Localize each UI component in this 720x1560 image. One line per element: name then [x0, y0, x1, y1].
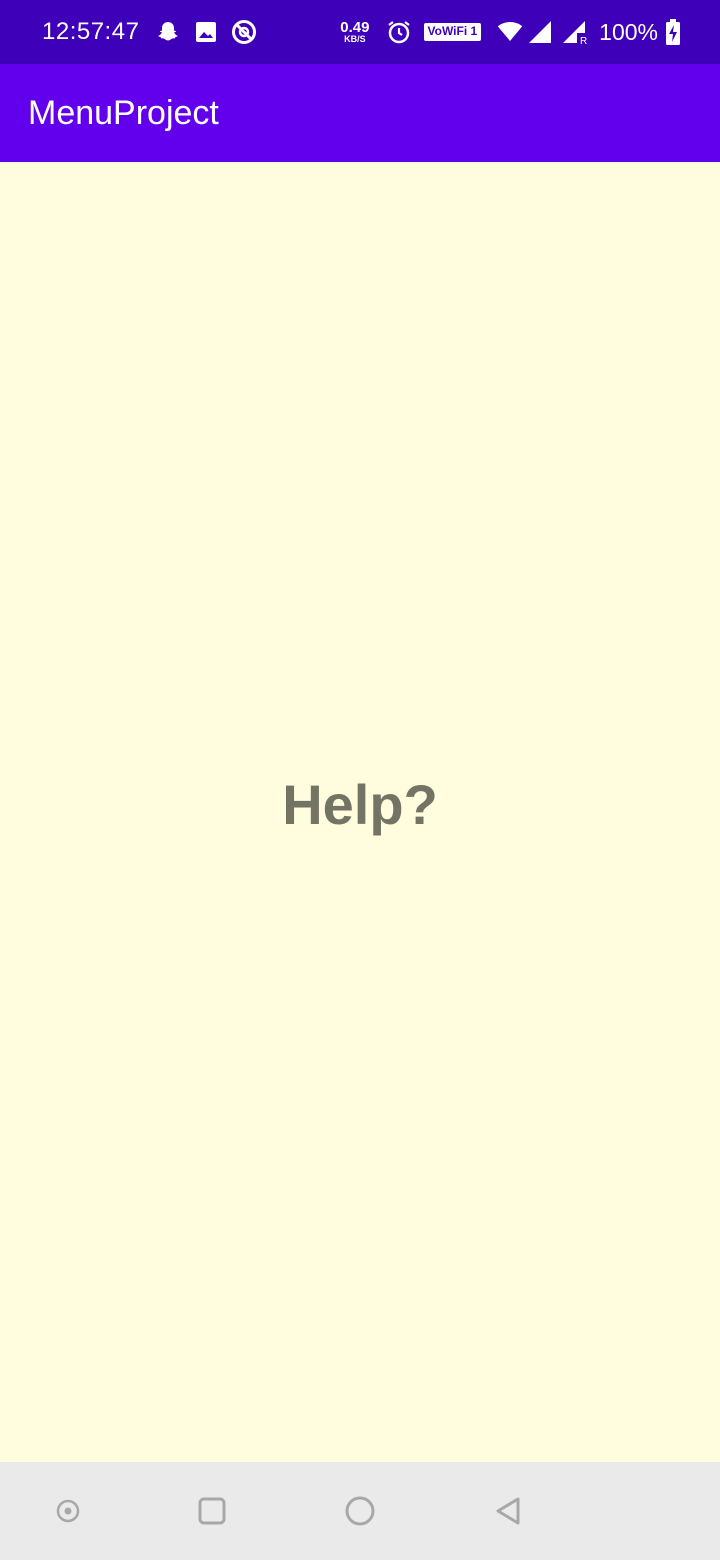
alarm-icon — [386, 19, 412, 45]
battery-percentage: 100% — [599, 18, 658, 45]
status-clock: 12:57:47 — [42, 18, 140, 45]
app-title: MenuProject — [28, 94, 219, 132]
snapchat-icon — [155, 19, 181, 45]
svg-text:R: R — [580, 36, 587, 45]
app-bar: MenuProject — [0, 64, 720, 162]
signal-roaming-icon: R — [561, 19, 587, 45]
battery-charging-icon — [666, 19, 680, 45]
gallery-icon — [193, 19, 219, 45]
navigation-bar — [0, 1462, 720, 1560]
status-bar: 12:57:47 0.49 KB/S VoWiFi 1 R 100% — [0, 0, 720, 64]
signal-icon — [527, 19, 553, 45]
do-not-disturb-icon — [231, 19, 257, 45]
main-content: Help? — [0, 162, 720, 1462]
network-speed: 0.49 KB/S — [340, 20, 369, 44]
vowifi-badge: VoWiFi 1 — [423, 23, 482, 41]
recent-dot-icon[interactable] — [45, 1488, 91, 1534]
help-message: Help? — [282, 773, 438, 836]
status-right: 0.49 KB/S VoWiFi 1 R 100% — [340, 0, 720, 64]
back-triangle-icon[interactable] — [485, 1488, 531, 1534]
home-circle-icon[interactable] — [337, 1488, 383, 1534]
wifi-icon — [497, 19, 523, 45]
network-speed-unit: KB/S — [344, 34, 366, 44]
status-left: 12:57:47 — [42, 0, 257, 64]
network-speed-value: 0.49 — [340, 19, 370, 36]
overview-square-icon[interactable] — [189, 1488, 235, 1534]
